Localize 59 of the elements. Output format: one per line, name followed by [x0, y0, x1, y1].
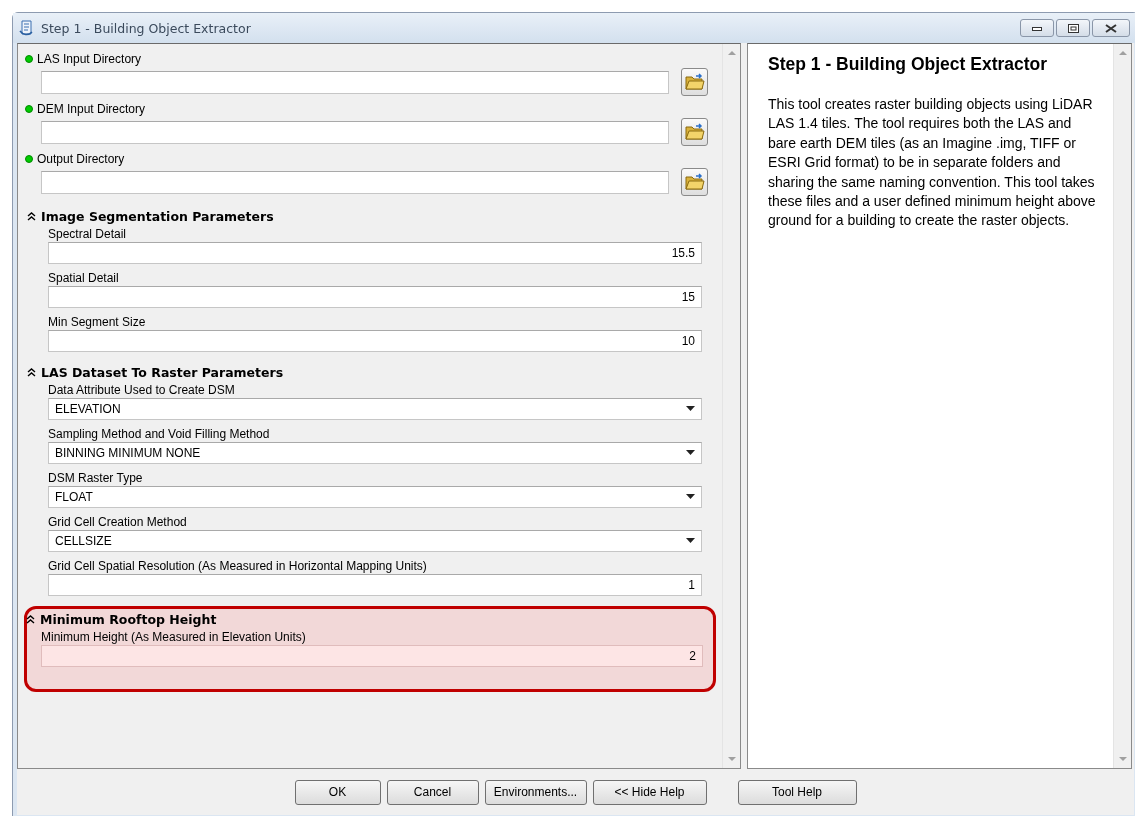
maximize-button[interactable]: [1056, 19, 1090, 37]
dropdown[interactable]: BINNING MINIMUM NONE: [48, 442, 702, 464]
help-title: Step 1 - Building Object Extractor: [768, 54, 1049, 75]
field-label: LAS Input Directory: [37, 52, 142, 66]
tool-help-button[interactable]: Tool Help: [737, 779, 857, 805]
environments-button[interactable]: Environments...: [484, 779, 587, 805]
section-title: Image Segmentation Parameters: [41, 208, 274, 224]
field-label: Spectral Detail: [48, 226, 128, 242]
close-button[interactable]: [1092, 19, 1130, 37]
dropdown[interactable]: ELEVATION: [48, 398, 702, 420]
input-field[interactable]: [41, 120, 669, 144]
folder-icon: [684, 73, 705, 91]
input-field[interactable]: [41, 70, 669, 94]
input-field[interactable]: 15.5: [48, 242, 702, 264]
window-title: Step 1 - Building Object Extractor: [41, 20, 252, 36]
caret-icon: [686, 538, 695, 544]
field-label: Data Attribute Used to Create DSM: [48, 382, 236, 398]
section-title: Minimum Rooftop Height: [40, 611, 217, 627]
ok-button[interactable]: OK: [294, 779, 381, 805]
input-field[interactable]: 2: [41, 645, 703, 667]
cancel-button[interactable]: Cancel: [386, 779, 479, 805]
scroll-up-icon[interactable]: [1118, 50, 1127, 55]
scroll-down-icon[interactable]: [1118, 757, 1127, 762]
field-label: Sampling Method and Void Filling Method: [48, 426, 271, 442]
field-label: Output Directory: [37, 152, 125, 166]
input-field[interactable]: 15: [48, 286, 702, 308]
field-label: Spatial Detail: [48, 270, 120, 286]
folder-icon: [684, 173, 705, 191]
scroll-up-icon[interactable]: [727, 50, 736, 55]
hide-help-button[interactable]: << Hide Help: [592, 779, 707, 805]
dropdown[interactable]: FLOAT: [48, 486, 702, 508]
field-label: DSM Raster Type: [48, 470, 144, 486]
field-label: Grid Cell Creation Method: [48, 514, 188, 530]
browse-button[interactable]: [681, 168, 708, 196]
caret-icon: [686, 450, 695, 456]
collapse-icon[interactable]: [26, 614, 35, 624]
caret-icon: [686, 494, 695, 500]
script-icon: [19, 19, 35, 37]
caret-icon: [686, 406, 695, 412]
browse-button[interactable]: [681, 68, 708, 96]
close-icon: [1105, 23, 1117, 33]
field-label: DEM Input Directory: [37, 102, 146, 116]
collapse-icon[interactable]: [27, 367, 36, 377]
field-label: Grid Cell Spatial Resolution (As Measured in Horizontal Mapping Units): [48, 558, 428, 574]
input-field[interactable]: 10: [48, 330, 702, 352]
scroll-down-icon[interactable]: [727, 757, 736, 762]
section-title: LAS Dataset To Raster Parameters: [41, 364, 284, 380]
minimize-icon: [1032, 25, 1042, 31]
help-text: This tool creates raster building objects using LiDAR LAS 1.4 tiles. The tool requires both the LAS and bare earth DEM tiles (as an Imagine .img, TIFF or ESRI Grid format) to be in separate folders and sharing the same naming convention. This tool takes these files and a user defined minimum height above ground for a building to create the raster objects.: [768, 95, 1097, 231]
browse-button[interactable]: [681, 118, 708, 146]
minimize-button[interactable]: [1020, 19, 1054, 37]
input-field[interactable]: [41, 170, 669, 194]
folder-icon: [684, 123, 705, 141]
field-label: Minimum Height (As Measured in Elevation Units): [41, 629, 307, 645]
dropdown[interactable]: CELLSIZE: [48, 530, 702, 552]
field-label: Min Segment Size: [48, 314, 147, 330]
collapse-icon[interactable]: [27, 211, 36, 221]
input-field[interactable]: 1: [48, 574, 702, 596]
maximize-icon: [1067, 23, 1079, 33]
